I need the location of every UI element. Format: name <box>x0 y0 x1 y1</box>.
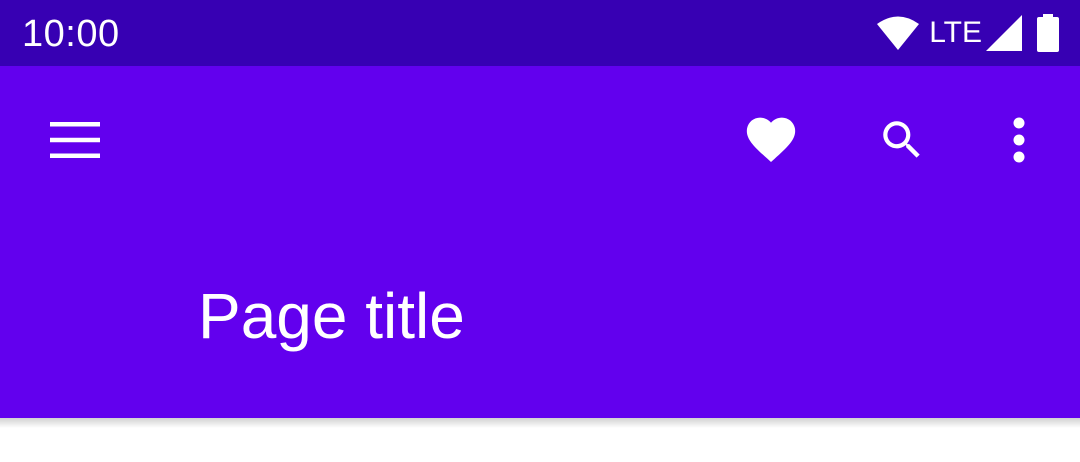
favorite-button[interactable] <box>731 100 811 180</box>
network-type-label: LTE <box>929 16 982 49</box>
cellular-signal-icon <box>986 15 1022 51</box>
page-title: Page title <box>198 280 465 352</box>
battery-icon <box>1037 14 1059 52</box>
status-icons: LTE <box>877 13 1060 53</box>
search-icon <box>883 121 920 158</box>
wifi-icon <box>877 16 920 50</box>
more-options-button[interactable] <box>979 100 1059 180</box>
app-bar-shadow <box>0 418 1080 428</box>
navigation-menu-button[interactable] <box>36 100 116 180</box>
favorite-icon <box>746 117 796 162</box>
status-bar: 10:00 LTE <box>0 0 1080 66</box>
status-time: 10:00 <box>22 13 120 55</box>
search-button[interactable] <box>862 100 942 180</box>
top-app-bar: Page title <box>0 66 1080 418</box>
more-vert-icon <box>1013 117 1025 163</box>
menu-icon <box>50 122 100 158</box>
